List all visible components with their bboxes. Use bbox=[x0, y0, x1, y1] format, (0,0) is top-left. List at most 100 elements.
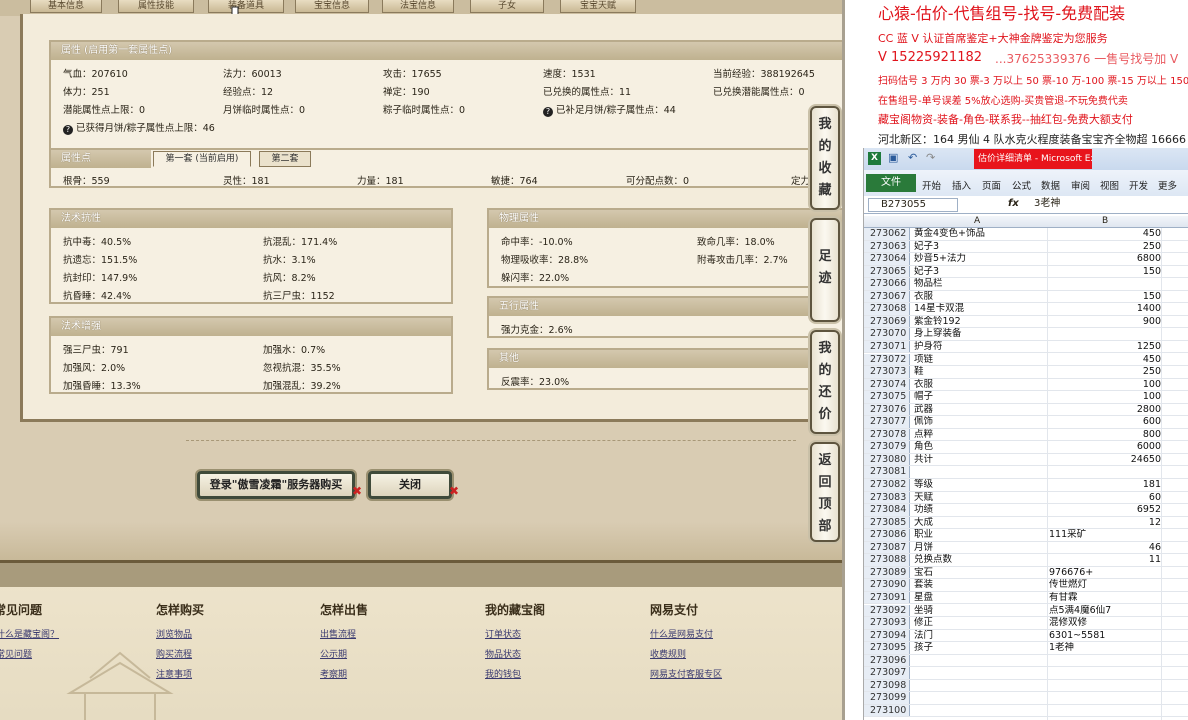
undo-icon[interactable]: ↶ bbox=[908, 151, 917, 164]
row-number[interactable]: 273067 bbox=[864, 290, 910, 303]
sheet-row[interactable]: 273081 bbox=[864, 466, 1188, 479]
ribbon-tab-file[interactable]: 文件 bbox=[866, 174, 916, 192]
footer-link[interactable]: 什么是藏宝阁？ bbox=[0, 627, 59, 640]
cell-b[interactable]: 111采矿 bbox=[1049, 529, 1161, 541]
cell-a[interactable]: 身上穿装备 bbox=[914, 328, 1046, 340]
sheet-row[interactable]: 273086 职业 111采矿 bbox=[864, 529, 1188, 542]
cell-a[interactable]: 兑换点数 bbox=[914, 554, 1046, 566]
sheet-row[interactable]: 273083 天赋 60 bbox=[864, 491, 1188, 505]
row-number[interactable]: 273092 bbox=[864, 604, 910, 617]
row-number[interactable]: 273082 bbox=[864, 479, 910, 491]
question-icon[interactable]: ? bbox=[543, 107, 553, 117]
sheet-row[interactable]: 273085 大成 12 bbox=[864, 516, 1188, 530]
sheet-row[interactable]: 273084 功绩 6952 bbox=[864, 504, 1188, 517]
sheet-row[interactable]: 273070 身上穿装备 bbox=[864, 328, 1188, 341]
sheet-row[interactable]: 273089 宝石 976676+ bbox=[864, 566, 1188, 580]
cell-a[interactable]: 功绩 bbox=[914, 504, 1046, 516]
cell-b[interactable]: 100 bbox=[1049, 391, 1161, 403]
row-number[interactable]: 273062 bbox=[864, 228, 910, 240]
sheet-row[interactable]: 273073 鞋 250 bbox=[864, 366, 1188, 379]
row-number[interactable]: 273087 bbox=[864, 541, 910, 554]
tab-magic-items[interactable]: 法宝信息 bbox=[382, 0, 454, 13]
sheet-row[interactable]: 273096 bbox=[864, 654, 1188, 668]
close-button[interactable]: 关闭 ✖ bbox=[368, 471, 459, 499]
ribbon-tab[interactable]: 插入 bbox=[952, 178, 971, 192]
tab-points-set-1[interactable]: 第一套 (当前启用) bbox=[153, 151, 251, 167]
row-number[interactable]: 273064 bbox=[864, 253, 910, 265]
column-a-header[interactable]: A bbox=[974, 216, 980, 226]
cell-a[interactable]: 星盘 bbox=[914, 592, 1046, 604]
cell-a[interactable]: 护身符 bbox=[914, 341, 1046, 353]
row-number[interactable]: 273096 bbox=[864, 654, 910, 667]
row-number[interactable]: 273088 bbox=[864, 554, 910, 566]
formula-input[interactable]: 3老神 bbox=[1030, 198, 1185, 212]
row-number[interactable]: 273066 bbox=[864, 278, 910, 290]
footer-link[interactable]: 注意事项 bbox=[156, 667, 192, 680]
row-number[interactable]: 273098 bbox=[864, 679, 910, 692]
cell-b[interactable]: 混修双修 bbox=[1049, 617, 1161, 629]
row-number[interactable]: 273072 bbox=[864, 353, 910, 366]
cell-b[interactable]: 976676+ bbox=[1049, 567, 1161, 579]
column-b-header[interactable]: B bbox=[1102, 216, 1108, 226]
sheet-row[interactable]: 273080 共计 24650 bbox=[864, 453, 1188, 467]
footer-link[interactable]: 物品状态 bbox=[485, 647, 521, 660]
row-number[interactable]: 273079 bbox=[864, 441, 910, 453]
cell-b[interactable]: 46 bbox=[1049, 542, 1161, 554]
sheet-row[interactable]: 273063 妃子3 250 bbox=[864, 240, 1188, 254]
cell-b[interactable]: 12 bbox=[1049, 517, 1161, 529]
sheet-row[interactable]: 273071 护身符 1250 bbox=[864, 340, 1188, 354]
ribbon-tab[interactable]: 公式 bbox=[1012, 178, 1031, 192]
cell-a[interactable]: 法门 bbox=[914, 630, 1046, 642]
sheet-row[interactable]: 273076 武器 2800 bbox=[864, 403, 1188, 417]
cell-b[interactable]: 1250 bbox=[1049, 341, 1161, 353]
row-number[interactable]: 273065 bbox=[864, 265, 910, 278]
tab-attr-skills[interactable]: 属性技能 bbox=[118, 0, 194, 13]
row-number[interactable]: 273078 bbox=[864, 428, 910, 441]
ribbon-tab[interactable]: 页面 bbox=[982, 178, 1001, 192]
ribbon-tab[interactable]: 更多 bbox=[1158, 178, 1177, 192]
sheet-row[interactable]: 273100 bbox=[864, 704, 1188, 718]
row-number[interactable]: 273095 bbox=[864, 642, 910, 654]
row-number[interactable]: 273080 bbox=[864, 453, 910, 466]
cell-a[interactable]: 衣服 bbox=[914, 291, 1046, 303]
footer-link[interactable]: 常见问题 bbox=[0, 647, 32, 660]
cell-a[interactable]: 黄金4变色+饰品 bbox=[914, 228, 1046, 240]
cell-a[interactable]: 武器 bbox=[914, 404, 1046, 416]
cell-a[interactable]: 紫金铃192 bbox=[914, 316, 1046, 328]
sheet-row[interactable]: 273092 坐骑 点5满4魔6仙7 bbox=[864, 604, 1188, 618]
tab-children[interactable]: 子女 bbox=[470, 0, 544, 13]
sheet-row[interactable]: 273095 孩子 1老神 bbox=[864, 642, 1188, 655]
cell-a[interactable]: 衣服 bbox=[914, 379, 1046, 391]
cell-b[interactable]: 11 bbox=[1049, 554, 1161, 566]
sheet-row[interactable]: 273082 等级 181 bbox=[864, 479, 1188, 492]
row-number[interactable]: 273070 bbox=[864, 328, 910, 340]
cell-b[interactable]: 点5满4魔6仙7 bbox=[1049, 605, 1161, 617]
cell-b[interactable]: 有甘霖 bbox=[1049, 592, 1161, 604]
sheet-row[interactable]: 273098 bbox=[864, 679, 1188, 693]
sheet-row[interactable]: 273077 佩饰 600 bbox=[864, 416, 1188, 429]
ribbon-tab[interactable]: 开发 bbox=[1129, 178, 1148, 192]
tab-pet-talent[interactable]: 宝宝天赋 bbox=[560, 0, 636, 13]
cell-b[interactable]: 900 bbox=[1049, 316, 1161, 328]
cell-a[interactable]: 套装 bbox=[914, 579, 1046, 591]
cell-a[interactable]: 孩子 bbox=[914, 642, 1046, 654]
sheet-row[interactable]: 273065 妃子3 150 bbox=[864, 265, 1188, 279]
ribbon-tab[interactable]: 开始 bbox=[922, 178, 941, 192]
sheet-row[interactable]: 273099 bbox=[864, 692, 1188, 705]
cell-b[interactable]: 2800 bbox=[1049, 404, 1161, 416]
sheet-row[interactable]: 273074 衣服 100 bbox=[864, 378, 1188, 392]
cell-b[interactable]: 600 bbox=[1049, 416, 1161, 428]
row-number[interactable]: 273074 bbox=[864, 378, 910, 391]
question-icon[interactable]: ? bbox=[63, 125, 73, 135]
footer-link[interactable]: 购买流程 bbox=[156, 647, 192, 660]
cell-b[interactable]: 6301~5581 bbox=[1049, 630, 1161, 642]
cell-a[interactable]: 项链 bbox=[914, 354, 1046, 366]
footer-link[interactable]: 收费规则 bbox=[650, 647, 686, 660]
cell-b[interactable]: 24650 bbox=[1049, 454, 1161, 466]
cell-a[interactable]: 佩饰 bbox=[914, 416, 1046, 428]
tab-points-set-2[interactable]: 第二套 bbox=[259, 151, 311, 167]
sheet-row[interactable]: 273090 套装 传世燃灯 bbox=[864, 579, 1188, 592]
cell-b[interactable]: 150 bbox=[1049, 266, 1161, 278]
cell-b[interactable]: 6000 bbox=[1049, 441, 1161, 453]
sheet-row[interactable]: 273066 物品栏 bbox=[864, 278, 1188, 291]
